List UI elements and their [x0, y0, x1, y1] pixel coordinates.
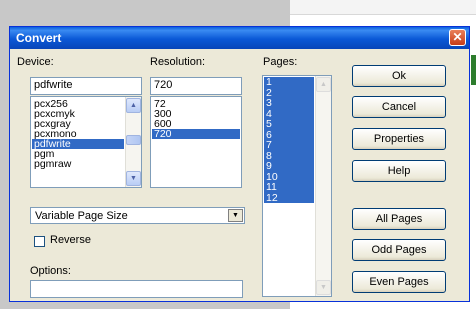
list-item[interactable]: 12	[264, 192, 314, 203]
resolution-input[interactable]: 720	[150, 77, 242, 95]
even-pages-button[interactable]: Even Pages	[352, 271, 446, 293]
options-input[interactable]	[30, 280, 243, 298]
reverse-label[interactable]: Reverse	[50, 234, 91, 246]
pages-scrollbar[interactable]: ▲ ▼	[315, 76, 331, 296]
list-item[interactable]: 11	[264, 182, 314, 193]
pages-listbox[interactable]: 1 2 3 4 5 6 7 8 9 10 11 12 ▲ ▼	[262, 75, 332, 297]
help-button[interactable]: Help	[352, 160, 446, 182]
list-item[interactable]: 3	[264, 98, 314, 109]
odd-pages-button[interactable]: Odd Pages	[352, 239, 446, 261]
scroll-up-icon[interactable]: ▲	[126, 98, 141, 113]
pages-list-items: 1 2 3 4 5 6 7 8 9 10 11 12	[264, 77, 314, 203]
list-item[interactable]: 9	[264, 161, 314, 172]
scroll-down-icon[interactable]: ▼	[316, 280, 331, 295]
scroll-down-icon[interactable]: ▼	[126, 171, 141, 186]
cancel-button[interactable]: Cancel	[352, 96, 446, 118]
dialog-title: Convert	[16, 31, 62, 45]
device-list-items: pcx256 pcxcmyk pcxgray pcxmono pdfwrite pgm pg…	[32, 99, 124, 169]
scroll-thumb[interactable]	[126, 135, 141, 145]
list-item[interactable]: 7	[264, 140, 314, 151]
device-input[interactable]: pdfwrite	[30, 77, 142, 95]
list-item[interactable]: 1	[264, 77, 314, 88]
reverse-checkbox[interactable]	[34, 236, 45, 247]
device-listbox[interactable]: pcx256 pcxcmyk pcxgray pcxmono pdfwrite pgm pg…	[30, 96, 142, 188]
title-bar[interactable]: Convert ✕	[10, 27, 469, 49]
convert-dialog: Convert ✕ Device: pdfwrite pcx256 pcxcmyk…	[9, 26, 470, 302]
close-icon[interactable]: ✕	[449, 29, 466, 46]
background-accent	[471, 55, 476, 85]
all-pages-button[interactable]: All Pages	[352, 208, 446, 230]
device-label: Device:	[17, 56, 54, 68]
options-label: Options:	[30, 265, 71, 277]
list-item[interactable]: 720	[152, 129, 240, 139]
list-item[interactable]: pgmraw	[32, 159, 124, 170]
resolution-list-items: 72 300 600 720	[152, 99, 240, 139]
chevron-down-icon[interactable]: ▼	[228, 209, 243, 222]
background-top-strip	[290, 0, 476, 15]
scroll-up-icon[interactable]: ▲	[316, 77, 331, 92]
list-item[interactable]: 5	[264, 119, 314, 130]
page-size-dropdown[interactable]: Variable Page Size ▼	[30, 207, 245, 224]
properties-button[interactable]: Properties	[352, 128, 446, 150]
page-size-value: Variable Page Size	[35, 210, 128, 222]
ok-button[interactable]: Ok	[352, 65, 446, 87]
pages-label: Pages:	[263, 56, 298, 68]
resolution-listbox[interactable]: 72 300 600 720	[150, 96, 242, 188]
device-scrollbar[interactable]: ▲ ▼	[125, 97, 141, 187]
resolution-label: Resolution:	[150, 56, 206, 68]
